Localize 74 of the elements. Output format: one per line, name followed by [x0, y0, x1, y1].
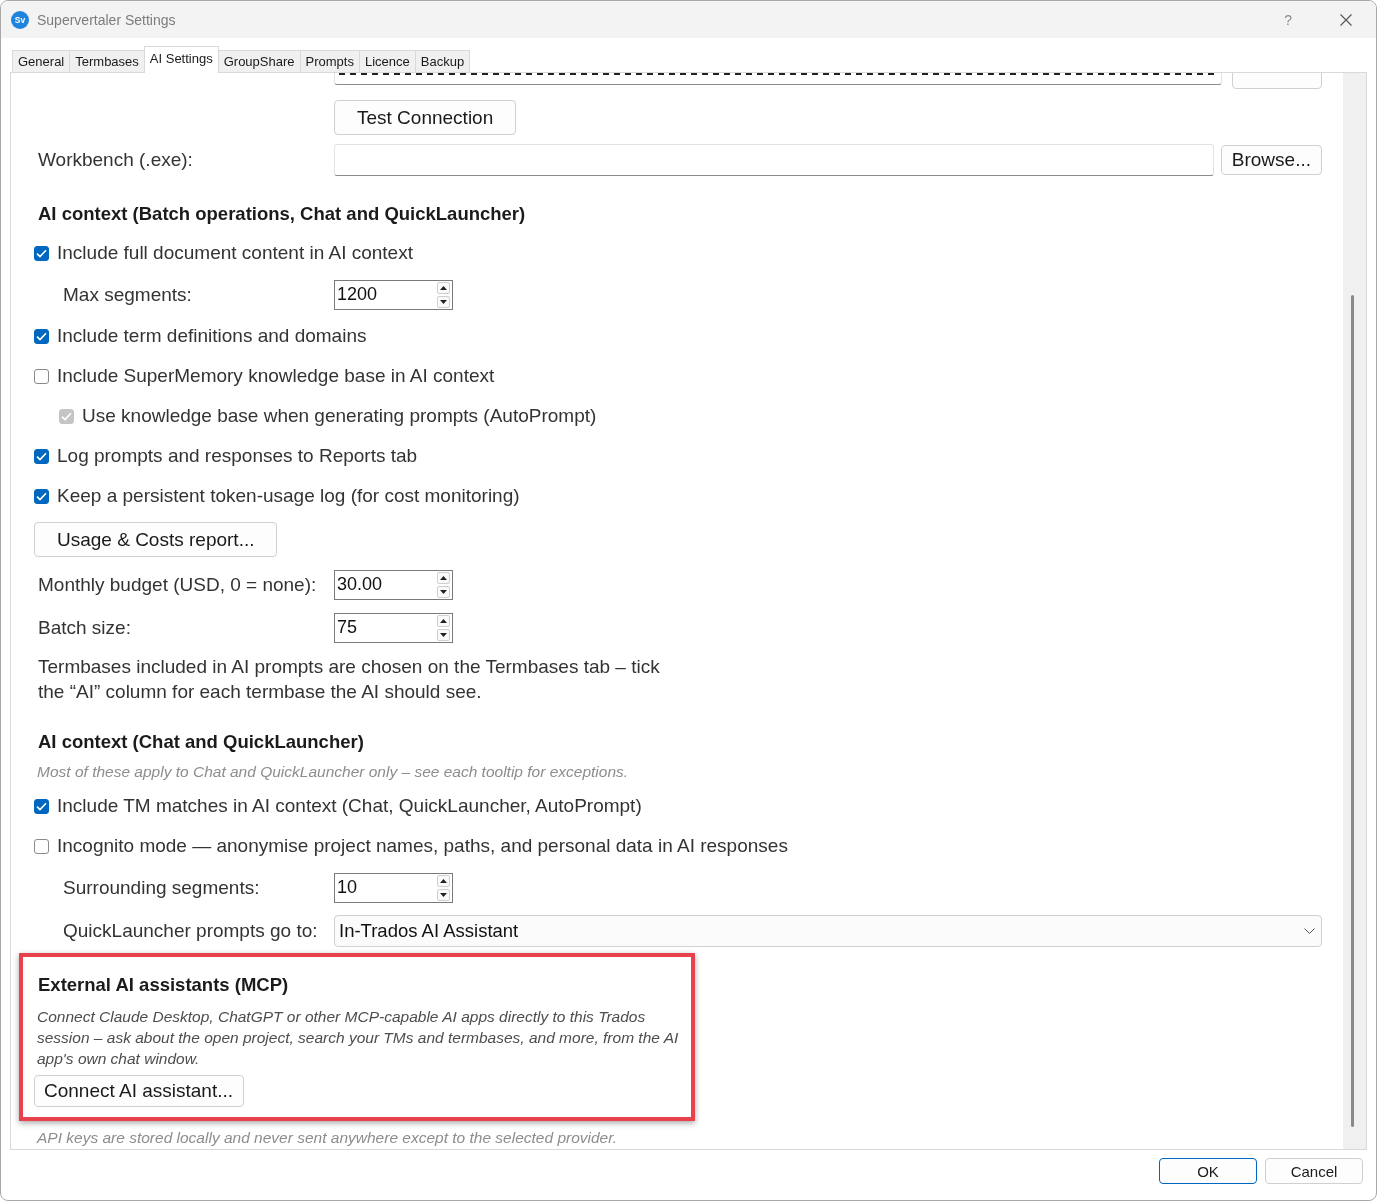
checkbox-label[interactable]: Keep a persistent token-usage log (for cost monitoring): [57, 485, 520, 507]
window-title: Supervertaler Settings: [37, 11, 176, 28]
checkbox[interactable]: [34, 448, 49, 464]
checkbox[interactable]: [34, 838, 49, 854]
tab[interactable]: Termbases: [69, 50, 145, 72]
report-button[interactable]: Usage & Costs report...: [34, 522, 278, 557]
checkbox-label[interactable]: Include full document content in AI context: [57, 242, 413, 264]
scrollbar-thumb[interactable]: [1351, 295, 1354, 1127]
scrollbar-track[interactable]: [1343, 73, 1366, 1149]
checkmark-icon: [36, 451, 47, 461]
checkbox[interactable]: [34, 368, 49, 384]
spin-up-button[interactable]: [437, 281, 450, 294]
spin-down-button[interactable]: [437, 888, 450, 901]
triangle-up-icon: [440, 285, 447, 290]
tab[interactable]: Backup: [414, 50, 471, 72]
ok-button[interactable]: OK: [1159, 1158, 1257, 1184]
checkbox[interactable]: [34, 798, 49, 814]
triangle-down-icon: [440, 892, 447, 897]
checkmark-icon: [36, 248, 47, 258]
number-spinner[interactable]: 30.00: [334, 569, 453, 600]
tab[interactable]: AI Settings: [143, 46, 219, 73]
close-icon[interactable]: [1340, 13, 1352, 26]
checkbox-label[interactable]: Include TM matches in AI context (Chat, QuickLauncher, AutoPrompt): [57, 795, 642, 817]
number-spinner[interactable]: 75: [334, 612, 453, 643]
hint-text: Most of these apply to Chat and QuickLauncher only – see each tooltip for exceptions.: [36, 762, 630, 782]
spin-down-button[interactable]: [437, 628, 450, 641]
triangle-down-icon: [440, 589, 447, 594]
browse-button[interactable]: Browse...: [1220, 145, 1322, 175]
app-logo: Sv: [11, 10, 29, 29]
triangle-down-icon: [440, 632, 447, 637]
checkbox[interactable]: [34, 488, 49, 504]
checkmark-icon: [36, 331, 47, 341]
section-heading: AI context (Batch operations, Chat and QuickLauncher): [37, 202, 527, 226]
section-heading: External AI assistants (MCP): [37, 973, 290, 997]
checkmark-icon: [36, 801, 47, 811]
checkbox-label[interactable]: Include term definitions and domains: [57, 325, 367, 347]
triangle-up-icon: [440, 618, 447, 623]
hint-text: API keys are stored locally and never sent anywhere except to the selected provider.: [35, 1128, 619, 1148]
spin-up-button[interactable]: [437, 874, 450, 887]
info-text: Termbases included in AI prompts are chosen on the Termbases tab – tick the “AI” column for each termbase the AI should see.: [37, 655, 661, 704]
field-label: Monthly budget (USD, 0 = none):: [38, 573, 317, 596]
spin-up-button[interactable]: [437, 571, 450, 584]
spin-down-button[interactable]: [437, 585, 450, 598]
field-label: Workbench (.exe):: [38, 149, 193, 171]
tab[interactable]: GroupShare: [217, 50, 301, 72]
tab[interactable]: Licence: [358, 50, 416, 72]
triangle-up-icon: [440, 878, 447, 883]
tab[interactable]: General: [12, 50, 71, 72]
field-label: Batch size:: [38, 616, 131, 639]
number-spinner[interactable]: 10: [334, 872, 453, 903]
tab[interactable]: Prompts: [299, 50, 360, 72]
field-label: QuickLauncher prompts go to:: [63, 919, 318, 942]
checkbox-label[interactable]: Log prompts and responses to Reports tab: [57, 445, 418, 467]
spin-down-button[interactable]: [437, 295, 450, 308]
spin-up-button[interactable]: [437, 614, 450, 627]
chevron-down-icon: [1304, 927, 1315, 934]
description-text: Connect Claude Desktop, ChatGPT or other MCP-capable AI apps directly to this Trados session – ask about the open project, search your TMs and termbases, and more, from the AI app's own chat window.: [36, 1006, 680, 1069]
cancel-button[interactable]: Cancel: [1265, 1158, 1363, 1184]
field-label: Max segments:: [63, 283, 192, 306]
section-heading: AI context (Chat and QuickLauncher): [37, 730, 365, 754]
field-label: Surrounding segments:: [63, 876, 260, 899]
test-connection-button[interactable]: Test Connection: [334, 100, 517, 135]
checkbox-label[interactable]: Incognito mode — anonymise project names, paths, and personal data in AI responses: [57, 835, 788, 857]
checkbox[interactable]: [34, 328, 49, 344]
checkmark-icon: [36, 491, 47, 501]
connect-button[interactable]: Connect AI assistant...: [34, 1075, 245, 1107]
checkbox[interactable]: [34, 245, 49, 261]
triangle-down-icon: [440, 299, 447, 304]
dropdown[interactable]: In-Trados AI Assistant: [334, 914, 1322, 947]
number-spinner[interactable]: 1200: [334, 279, 453, 310]
checkmark-icon: [61, 411, 72, 421]
checkbox-label[interactable]: Include SuperMemory knowledge base in AI context: [57, 365, 495, 387]
triangle-up-icon: [440, 575, 447, 580]
path-field[interactable]: [334, 144, 1214, 176]
